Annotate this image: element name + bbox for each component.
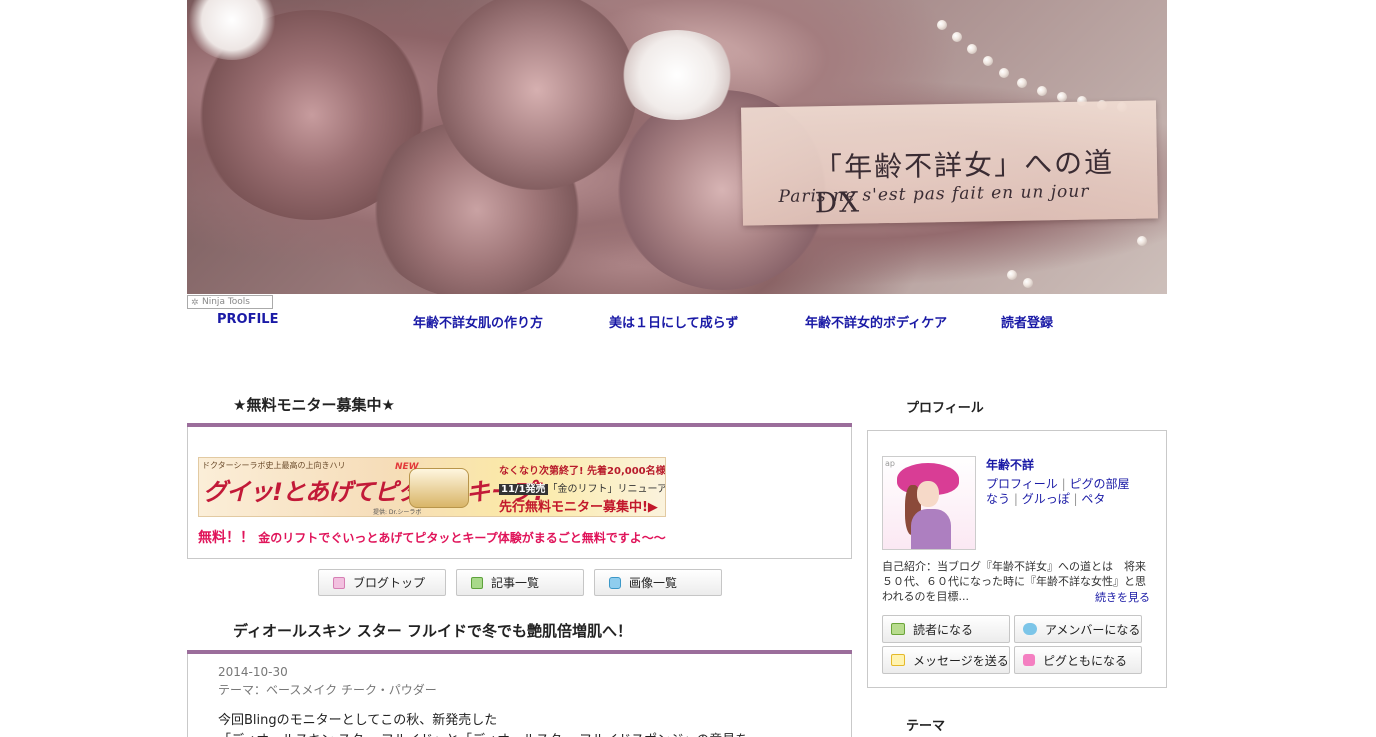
pearl xyxy=(1007,270,1017,280)
document-icon xyxy=(333,576,345,589)
article-theme[interactable]: テーマ：ベースメイク チーク・パウダー xyxy=(218,681,437,698)
ninja-tools-badge[interactable]: ✲ Ninja Tools xyxy=(187,295,273,309)
new-badge: NEW xyxy=(395,462,419,472)
face-shape xyxy=(917,481,939,507)
pearl xyxy=(999,68,1009,78)
pearl xyxy=(937,20,947,30)
peta-link[interactable]: ペタ xyxy=(1081,492,1105,506)
release-date: 11/1発売 xyxy=(499,484,548,495)
header-banner: 「年齢不詳女」への道DX Paris ne s'est pas fait en … xyxy=(187,0,1167,294)
become-amember-label: アメンバーになる xyxy=(1045,622,1141,637)
separator: | xyxy=(1010,492,1022,506)
nav-skin-howto[interactable]: 年齢不詳女肌の作り方 xyxy=(413,312,543,331)
monitor-heading: ★無料モニター募集中★ xyxy=(233,396,395,414)
book-icon xyxy=(891,623,905,635)
article-list-button[interactable]: 記事一覧 xyxy=(456,569,584,596)
become-reader-button[interactable]: 読者になる xyxy=(882,615,1010,643)
pearl xyxy=(1137,236,1147,246)
promo-text: 金のリフトでぐいっとあげてピタッとキープ体験がまるごと無料ですよ〜〜 xyxy=(258,531,666,545)
become-reader-label: 読者になる xyxy=(913,622,974,637)
group-link[interactable]: グルっぽ xyxy=(1022,492,1070,506)
banner-main-text: グイッ!とあげてピタッとキープ! xyxy=(203,478,544,506)
article-body-line: 今回Blingのモニターとしてこの秋、新発売した xyxy=(218,713,498,728)
banner-cta: 先行無料モニター募集中!▶ xyxy=(499,500,658,515)
image-list-label: 画像一覧 xyxy=(629,576,678,590)
nav-reader-register[interactable]: 読者登録 xyxy=(1001,312,1053,331)
blog-top-label: ブログトップ xyxy=(353,576,426,590)
release-note: 「金のリフト」リニューアル記念! xyxy=(547,484,666,495)
profile-links-row2: なう | グルっぽ | ペタ xyxy=(986,490,1105,507)
article-date: 2014-10-30 xyxy=(218,665,288,679)
ninja-icon: ✲ xyxy=(191,298,199,308)
blog-top-button[interactable]: ブログトップ xyxy=(318,569,446,596)
banner-limited-text: なくなり次第終了! 先着20,000名様 xyxy=(499,466,666,477)
pearl xyxy=(983,56,993,66)
pig-p-icon xyxy=(1023,654,1035,666)
promo-link[interactable]: 無料！！ 金のリフトでぐいっとあげてピタッとキープ体験がまるごと無料ですよ〜〜 xyxy=(198,527,666,547)
banner-provider: 提供: Dr.シーラボ xyxy=(373,509,422,516)
banner-release-text: 11/1発売「金のリフト」リニューアル記念! xyxy=(499,480,666,495)
become-amember-button[interactable]: アメンバーになる xyxy=(1014,615,1142,643)
nav-beauty[interactable]: 美は１日にして成らず xyxy=(609,312,738,331)
separator: | xyxy=(1069,492,1082,506)
separator: | xyxy=(1057,477,1070,491)
pearl xyxy=(1037,86,1047,96)
article-title[interactable]: ディオールスキン スター フルイドで冬でも艶肌倍増肌へ！ xyxy=(233,620,632,641)
pig-room-link[interactable]: ピグの部屋 xyxy=(1069,477,1129,491)
banner-top-text: ドクターシーラボ史上最高の上向きハリ xyxy=(202,461,346,470)
blog-title: 「年齢不詳女」への道DX xyxy=(813,146,1115,220)
avatar[interactable] xyxy=(882,456,976,550)
rose-image xyxy=(437,0,637,190)
ninja-tools-label: Ninja Tools xyxy=(202,297,250,307)
nav-bodycare[interactable]: 年齢不詳女的ボディケア xyxy=(805,312,947,331)
article-body-line: 「ディオールスキン スター フルイド」と「ディオールスター フルイドスポンジ」の… xyxy=(218,729,748,737)
speech-bubble-icon xyxy=(1023,623,1037,635)
read-more-link[interactable]: 続きを見る xyxy=(1095,589,1150,605)
pig-friend-label: ピグともになる xyxy=(1043,653,1128,668)
copy-icon xyxy=(471,576,483,589)
send-message-button[interactable]: メッセージを送る xyxy=(882,646,1010,674)
pearl xyxy=(967,44,977,54)
ameba-mark: ap xyxy=(885,459,895,468)
cream-jar-image xyxy=(409,468,469,508)
monitor-banner-ad[interactable]: ドクターシーラボ史上最高の上向きハリ グイッ!とあげてピタッとキープ! NEW … xyxy=(198,457,666,517)
dress-shape xyxy=(911,509,951,549)
article-list-label: 記事一覧 xyxy=(491,576,540,590)
profile-link[interactable]: プロフィール xyxy=(986,477,1058,491)
blog-title-card[interactable]: 「年齢不詳女」への道DX Paris ne s'est pas fait en … xyxy=(741,100,1158,226)
pearl xyxy=(952,32,962,42)
white-rose-image xyxy=(617,30,737,120)
pearl xyxy=(1057,92,1067,102)
send-message-label: メッセージを送る xyxy=(913,653,1009,668)
profile-heading: プロフィール xyxy=(906,401,984,416)
now-link[interactable]: なう xyxy=(986,492,1010,506)
promo-free-label: 無料！！ xyxy=(198,530,254,546)
pearl xyxy=(1017,78,1027,88)
profile-name-link[interactable]: 年齢不詳 xyxy=(986,456,1034,473)
envelope-icon xyxy=(891,654,905,666)
pearl xyxy=(1023,278,1033,288)
camera-icon xyxy=(609,576,621,589)
nav-profile[interactable]: PROFILE xyxy=(217,312,278,327)
theme-heading: テーマ xyxy=(906,719,946,734)
pig-friend-button[interactable]: ピグともになる xyxy=(1014,646,1142,674)
image-list-button[interactable]: 画像一覧 xyxy=(594,569,722,596)
